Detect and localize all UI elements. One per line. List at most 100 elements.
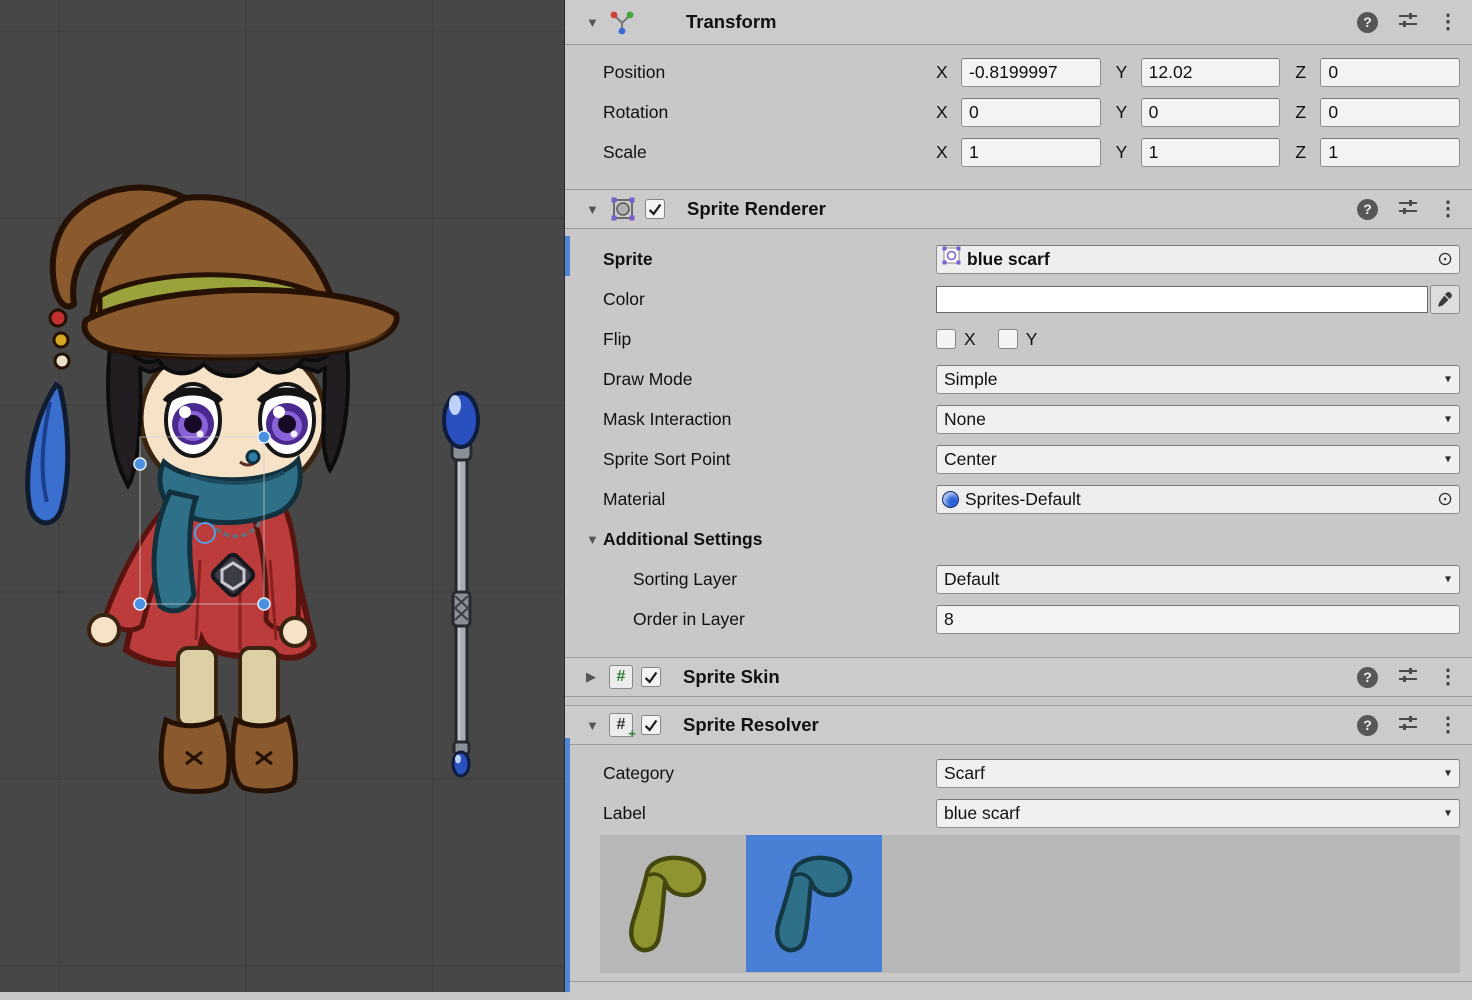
category-dropdown[interactable]: Scarf ▾ [936,759,1460,788]
kebab-menu-icon[interactable]: ⋮ [1438,199,1458,219]
sprite-resolver-title: Sprite Resolver [683,714,819,736]
rotation-y-field[interactable]: 0 [1141,98,1281,127]
rotation-z-field[interactable]: 0 [1320,98,1460,127]
object-picker-icon[interactable]: ⊙ [1437,250,1453,269]
sprite-value: blue scarf [967,246,1431,273]
sprite-skin-title: Sprite Skin [683,666,780,688]
material-object-field[interactable]: Sprites-Default ⊙ [936,485,1460,514]
scale-z-field[interactable]: 1 [1320,138,1460,167]
additional-settings-row[interactable]: ▼ Additional Settings [565,519,1472,559]
y-axis-label: Y [1116,142,1133,163]
material-icon [942,491,959,508]
draw-mode-label: Draw Mode [603,369,936,390]
material-row: Material Sprites-Default ⊙ [565,479,1472,519]
help-icon[interactable]: ? [1357,715,1378,736]
scene-view[interactable] [0,0,564,992]
sorting-layer-dropdown[interactable]: Default ▾ [936,565,1460,594]
sprite-variant-picker [600,835,1460,973]
sprite-skin-header[interactable]: ▶ # Sprite Skin ? ⋮ [565,657,1472,697]
presets-icon[interactable] [1397,666,1419,689]
x-axis-label: X [936,102,953,123]
kebab-menu-icon[interactable]: ⋮ [1438,12,1458,32]
inspector-panel: ▼ Transform ? ⋮ Position X-0.8199997 Y12… [564,0,1472,992]
kebab-menu-icon[interactable]: ⋮ [1438,715,1458,735]
presets-icon[interactable] [1397,198,1419,221]
help-icon[interactable]: ? [1357,667,1378,688]
position-z-field[interactable]: 0 [1320,58,1460,87]
flip-x-label: X [964,329,976,350]
mask-interaction-label: Mask Interaction [603,409,936,430]
additional-settings-label: Additional Settings [603,529,762,550]
staff-orb [444,393,478,447]
help-icon[interactable]: ? [1357,199,1378,220]
label-row: Label blue scarf ▾ [565,793,1472,833]
transform-foldout[interactable]: ▼ [586,15,603,30]
order-in-layer-row: Order in Layer 8 [565,599,1472,639]
additional-settings-foldout[interactable]: ▼ [586,532,603,547]
material-label: Material [603,489,936,510]
chevron-down-icon: ▾ [1445,406,1451,433]
sprite-skin-enabled-checkbox[interactable] [641,667,661,687]
order-in-layer-field[interactable]: 8 [936,605,1460,634]
draw-mode-dropdown[interactable]: Simple ▾ [936,365,1460,394]
sprite-resolver-foldout[interactable]: ▼ [586,718,603,733]
flip-label: Flip [603,329,936,350]
z-axis-label: Z [1295,62,1312,83]
transform-header[interactable]: ▼ Transform ? ⋮ [565,0,1472,45]
sprite-resolver-enabled-checkbox[interactable] [641,715,661,735]
eyedropper-icon[interactable] [1430,285,1460,314]
sprite-resolver-header[interactable]: ▼ # + Sprite Resolver ? ⋮ [565,705,1472,745]
kebab-menu-icon[interactable]: ⋮ [1438,667,1458,687]
hand-left [89,615,119,645]
flip-y-label: Y [1026,329,1038,350]
sprite-object-field[interactable]: blue scarf ⊙ [936,245,1460,274]
mask-interaction-dropdown[interactable]: None ▾ [936,405,1460,434]
thumbnail-green-scarf[interactable] [600,835,736,972]
position-y-field[interactable]: 12.02 [1141,58,1281,87]
position-row: Position X-0.8199997 Y12.02 Z0 [565,52,1472,92]
sprite-row: Sprite blue scarf ⊙ [565,239,1472,279]
presets-icon[interactable] [1397,714,1419,737]
order-in-layer-label: Order in Layer [603,609,936,630]
scale-x-field[interactable]: 1 [961,138,1101,167]
sprite-renderer-enabled-checkbox[interactable] [645,199,665,219]
transform-icon [609,9,635,35]
sprite-renderer-header[interactable]: ▼ Sprite Renderer ? ⋮ [565,189,1472,229]
sprite-sort-point-value: Center [944,446,997,473]
object-picker-icon[interactable]: ⊙ [1437,490,1453,509]
chevron-down-icon: ▾ [1445,566,1451,593]
sprite-sort-point-dropdown[interactable]: Center ▾ [936,445,1460,474]
position-x-field[interactable]: -0.8199997 [961,58,1101,87]
chevron-down-icon: ▾ [1445,760,1451,787]
flip-y-checkbox[interactable] [998,329,1018,349]
label-label: Label [603,803,936,824]
rotation-x-field[interactable]: 0 [961,98,1101,127]
thumbnail-blue-scarf[interactable] [746,835,882,972]
color-label: Color [603,289,936,310]
presets-icon[interactable] [1397,11,1419,34]
scale-y-field[interactable]: 1 [1141,138,1281,167]
sprite-sort-point-label: Sprite Sort Point [603,449,936,470]
sprite-asset-icon [942,246,961,273]
chevron-down-icon: ▾ [1445,366,1451,393]
sorting-layer-value: Default [944,566,999,593]
transform-title: Transform [686,11,776,33]
help-icon[interactable]: ? [1357,12,1378,33]
category-value: Scarf [944,760,985,787]
sorting-layer-row: Sorting Layer Default ▾ [565,559,1472,599]
category-row: Category Scarf ▾ [565,753,1472,793]
sprite-renderer-foldout[interactable]: ▼ [586,202,603,217]
chevron-down-icon: ▾ [1445,446,1451,473]
sprite-skin-foldout[interactable]: ▶ [586,669,603,685]
sprite-label: Sprite [603,249,936,270]
hand-right [281,618,309,646]
override-bar-resolver [565,738,570,992]
position-label: Position [603,62,936,83]
sprite-renderer-icon [609,195,637,223]
inspector-bottom-strip [565,981,1472,1000]
sprite-renderer-body: Sprite blue scarf ⊙ Color Flip X [565,229,1472,657]
flip-x-checkbox[interactable] [936,329,956,349]
color-swatch[interactable] [936,286,1428,313]
label-dropdown[interactable]: blue scarf ▾ [936,799,1460,828]
sprite-renderer-title: Sprite Renderer [687,198,826,220]
